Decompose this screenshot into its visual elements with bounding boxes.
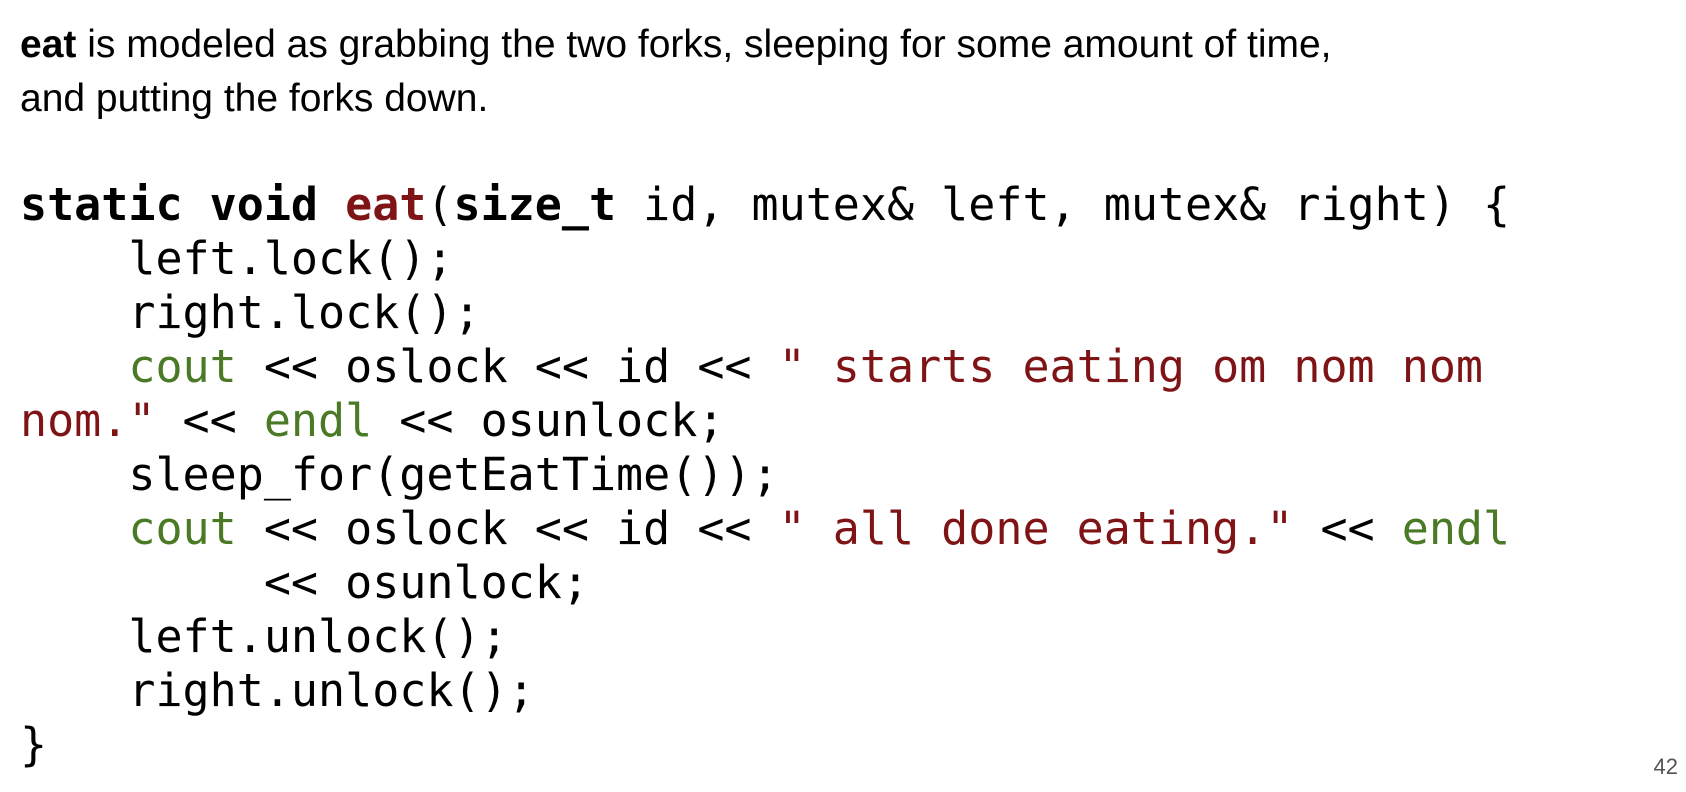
code-line-cout-start: cout << oslock << id << " starts eating … <box>20 340 1483 393</box>
stream-op: << <box>1293 502 1402 555</box>
string-literal: " starts eating om nom nom <box>778 340 1484 393</box>
code-line-signature: static void eat(size_t id, mutex& left, … <box>20 178 1510 231</box>
code-block: static void eat(size_t id, mutex& left, … <box>20 178 1510 772</box>
signature-params: id, mutex& left, mutex& right) { <box>616 178 1511 231</box>
code-line-right-lock: right.lock(); <box>20 286 481 339</box>
stream-op: << <box>155 394 264 447</box>
endl-keyword: endl <box>263 394 373 447</box>
intro-bold-term: eat <box>20 23 77 66</box>
type-size-t: size_t <box>453 178 617 231</box>
cout-keyword: cout <box>128 340 237 393</box>
intro-line-1-text: is modeled as grabbing the two forks, sl… <box>76 23 1332 66</box>
string-literal-end: nom." <box>20 394 156 447</box>
keyword-void: void <box>209 178 319 231</box>
paren-open: ( <box>426 178 454 231</box>
slide-intro-text: eat is modeled as grabbing the two forks… <box>20 18 1640 126</box>
function-name: eat <box>345 178 427 231</box>
code-line-right-unlock: right.unlock(); <box>20 664 535 717</box>
stream-ops: << oslock << id << <box>236 340 779 393</box>
string-literal: " all done eating." <box>778 502 1294 555</box>
stream-ops: << oslock << id << <box>236 502 779 555</box>
code-line-left-unlock: left.unlock(); <box>20 610 508 663</box>
code-line-close-brace: } <box>20 718 48 771</box>
intro-line-2: and putting the forks down. <box>20 77 489 120</box>
endl-keyword: endl <box>1401 502 1511 555</box>
code-line-cout-start-cont: nom." << endl << osunlock; <box>20 394 724 447</box>
code-line-cout-done: cout << oslock << id << " all done eatin… <box>20 502 1510 555</box>
intro-line-1: eat is modeled as grabbing the two forks… <box>20 18 1640 72</box>
page-number: 42 <box>1653 754 1678 779</box>
stream-osunlock: << osunlock; <box>372 394 725 447</box>
code-line-left-lock: left.lock(); <box>20 232 454 285</box>
code-line-osunlock: << osunlock; <box>20 556 589 609</box>
keyword-static: static <box>20 178 183 231</box>
cout-keyword: cout <box>128 502 237 555</box>
code-line-sleep: sleep_for(getEatTime()); <box>20 448 779 501</box>
